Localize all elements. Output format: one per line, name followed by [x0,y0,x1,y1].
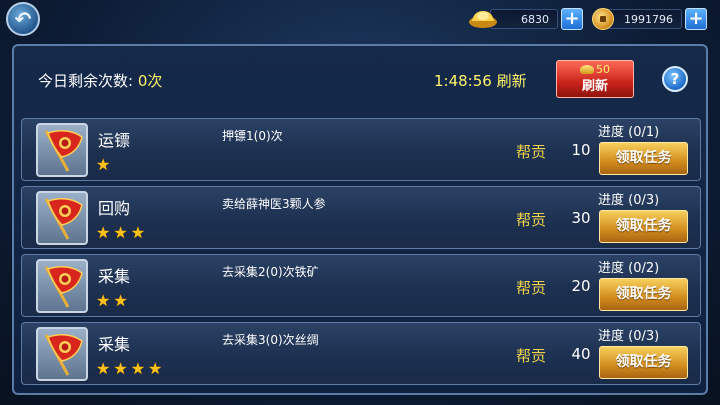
task-progress: 进度 (0/2) [598,261,660,276]
refresh-label: 刷新 [581,79,608,94]
gold-ingot-icon [469,11,497,28]
task-description: 去采集3(0)次丝绸 [222,333,319,347]
task-progress: 进度 (0/3) [598,193,660,208]
star-icon: ★ [96,155,111,174]
task-row: 回购 ★ ★ ★ 卖给薛神医3颗人参 帮贡 30 进度 (0/3) 领取任务 [21,186,701,249]
remaining-count-label: 今日剩余次数: [38,72,134,90]
task-description: 卖给薛神医3颗人参 [222,197,326,211]
task-banner-icon [36,123,88,177]
copper-coin-icon [592,8,614,30]
top-bar: ↶ 6830 + 1991796 + [0,0,720,40]
refresh-button[interactable]: 50 刷新 [556,60,634,98]
task-description: 押镖1(0)次 [222,129,283,143]
help-button[interactable]: ? [662,66,688,92]
contribution-label: 帮贡 [516,279,547,297]
star-icon: ★ [130,359,146,378]
add-gold-button[interactable]: + [561,8,583,30]
accept-task-button[interactable]: 领取任务 [599,142,688,175]
task-name: 回购 [98,199,131,218]
star-icon: ★ [96,223,111,242]
star-icon: ★ [113,291,128,310]
remaining-count-value: 0次 [137,72,163,90]
accept-task-button[interactable]: 领取任务 [599,278,688,311]
task-stars: ★ ★ ★ [96,225,145,241]
task-stars: ★ ★ [96,293,128,309]
task-name: 采集 [98,267,131,286]
coin-amount: 1991796 [604,9,682,29]
star-icon: ★ [130,223,146,242]
add-coin-button[interactable]: + [685,8,707,30]
star-icon: ★ [148,359,163,378]
contribution-label: 帮贡 [516,143,547,161]
contribution-label: 帮贡 [516,347,547,365]
task-row: 运镖 ★ 押镖1(0)次 帮贡 10 进度 (0/1) 领取任务 [21,118,701,181]
gold-ingot-icon [580,65,594,74]
task-progress: 进度 (0/1) [598,125,660,140]
task-row: 采集 ★ ★ ★ ★ 去采集3(0)次丝绸 帮贡 40 进度 (0/3) 领取任务 [21,322,701,385]
task-name: 运镖 [98,131,131,150]
star-icon: ★ [96,359,111,378]
accept-task-button[interactable]: 领取任务 [599,346,688,379]
task-stars: ★ ★ ★ ★ [96,361,162,377]
gold-amount: 6830 [490,9,558,29]
star-icon: ★ [113,223,128,242]
gold-currency: 6830 + [469,8,583,30]
contribution-value: 20 [571,277,591,295]
task-stars: ★ [96,157,110,173]
accept-task-button[interactable]: 领取任务 [599,210,688,243]
contribution-value: 30 [571,209,591,227]
remaining-count: 今日剩余次数: 0次 [38,70,162,91]
task-progress: 进度 (0/3) [598,329,660,344]
task-banner-icon [36,259,88,313]
coin-currency: 1991796 + [592,8,707,30]
refresh-timer: 1:48:56 刷新 [434,72,527,90]
back-button[interactable]: ↶ [6,2,40,36]
star-icon: ★ [96,291,111,310]
task-row: 采集 ★ ★ 去采集2(0)次铁矿 帮贡 20 进度 (0/2) 领取任务 [21,254,701,317]
contribution-value: 40 [571,345,591,363]
panel-header: 今日剩余次数: 0次 1:48:56 刷新 50 刷新 ? [14,46,706,110]
task-description: 去采集2(0)次铁矿 [222,265,319,279]
guild-task-panel: 今日剩余次数: 0次 1:48:56 刷新 50 刷新 ? 运镖 ★ 押镖1(0… [12,44,708,395]
star-icon: ★ [113,359,128,378]
task-banner-icon [36,327,88,381]
task-banner-icon [36,191,88,245]
contribution-value: 10 [571,141,591,159]
contribution-label: 帮贡 [516,211,547,229]
task-name: 采集 [98,335,131,354]
back-arrow-icon: ↶ [14,7,32,31]
